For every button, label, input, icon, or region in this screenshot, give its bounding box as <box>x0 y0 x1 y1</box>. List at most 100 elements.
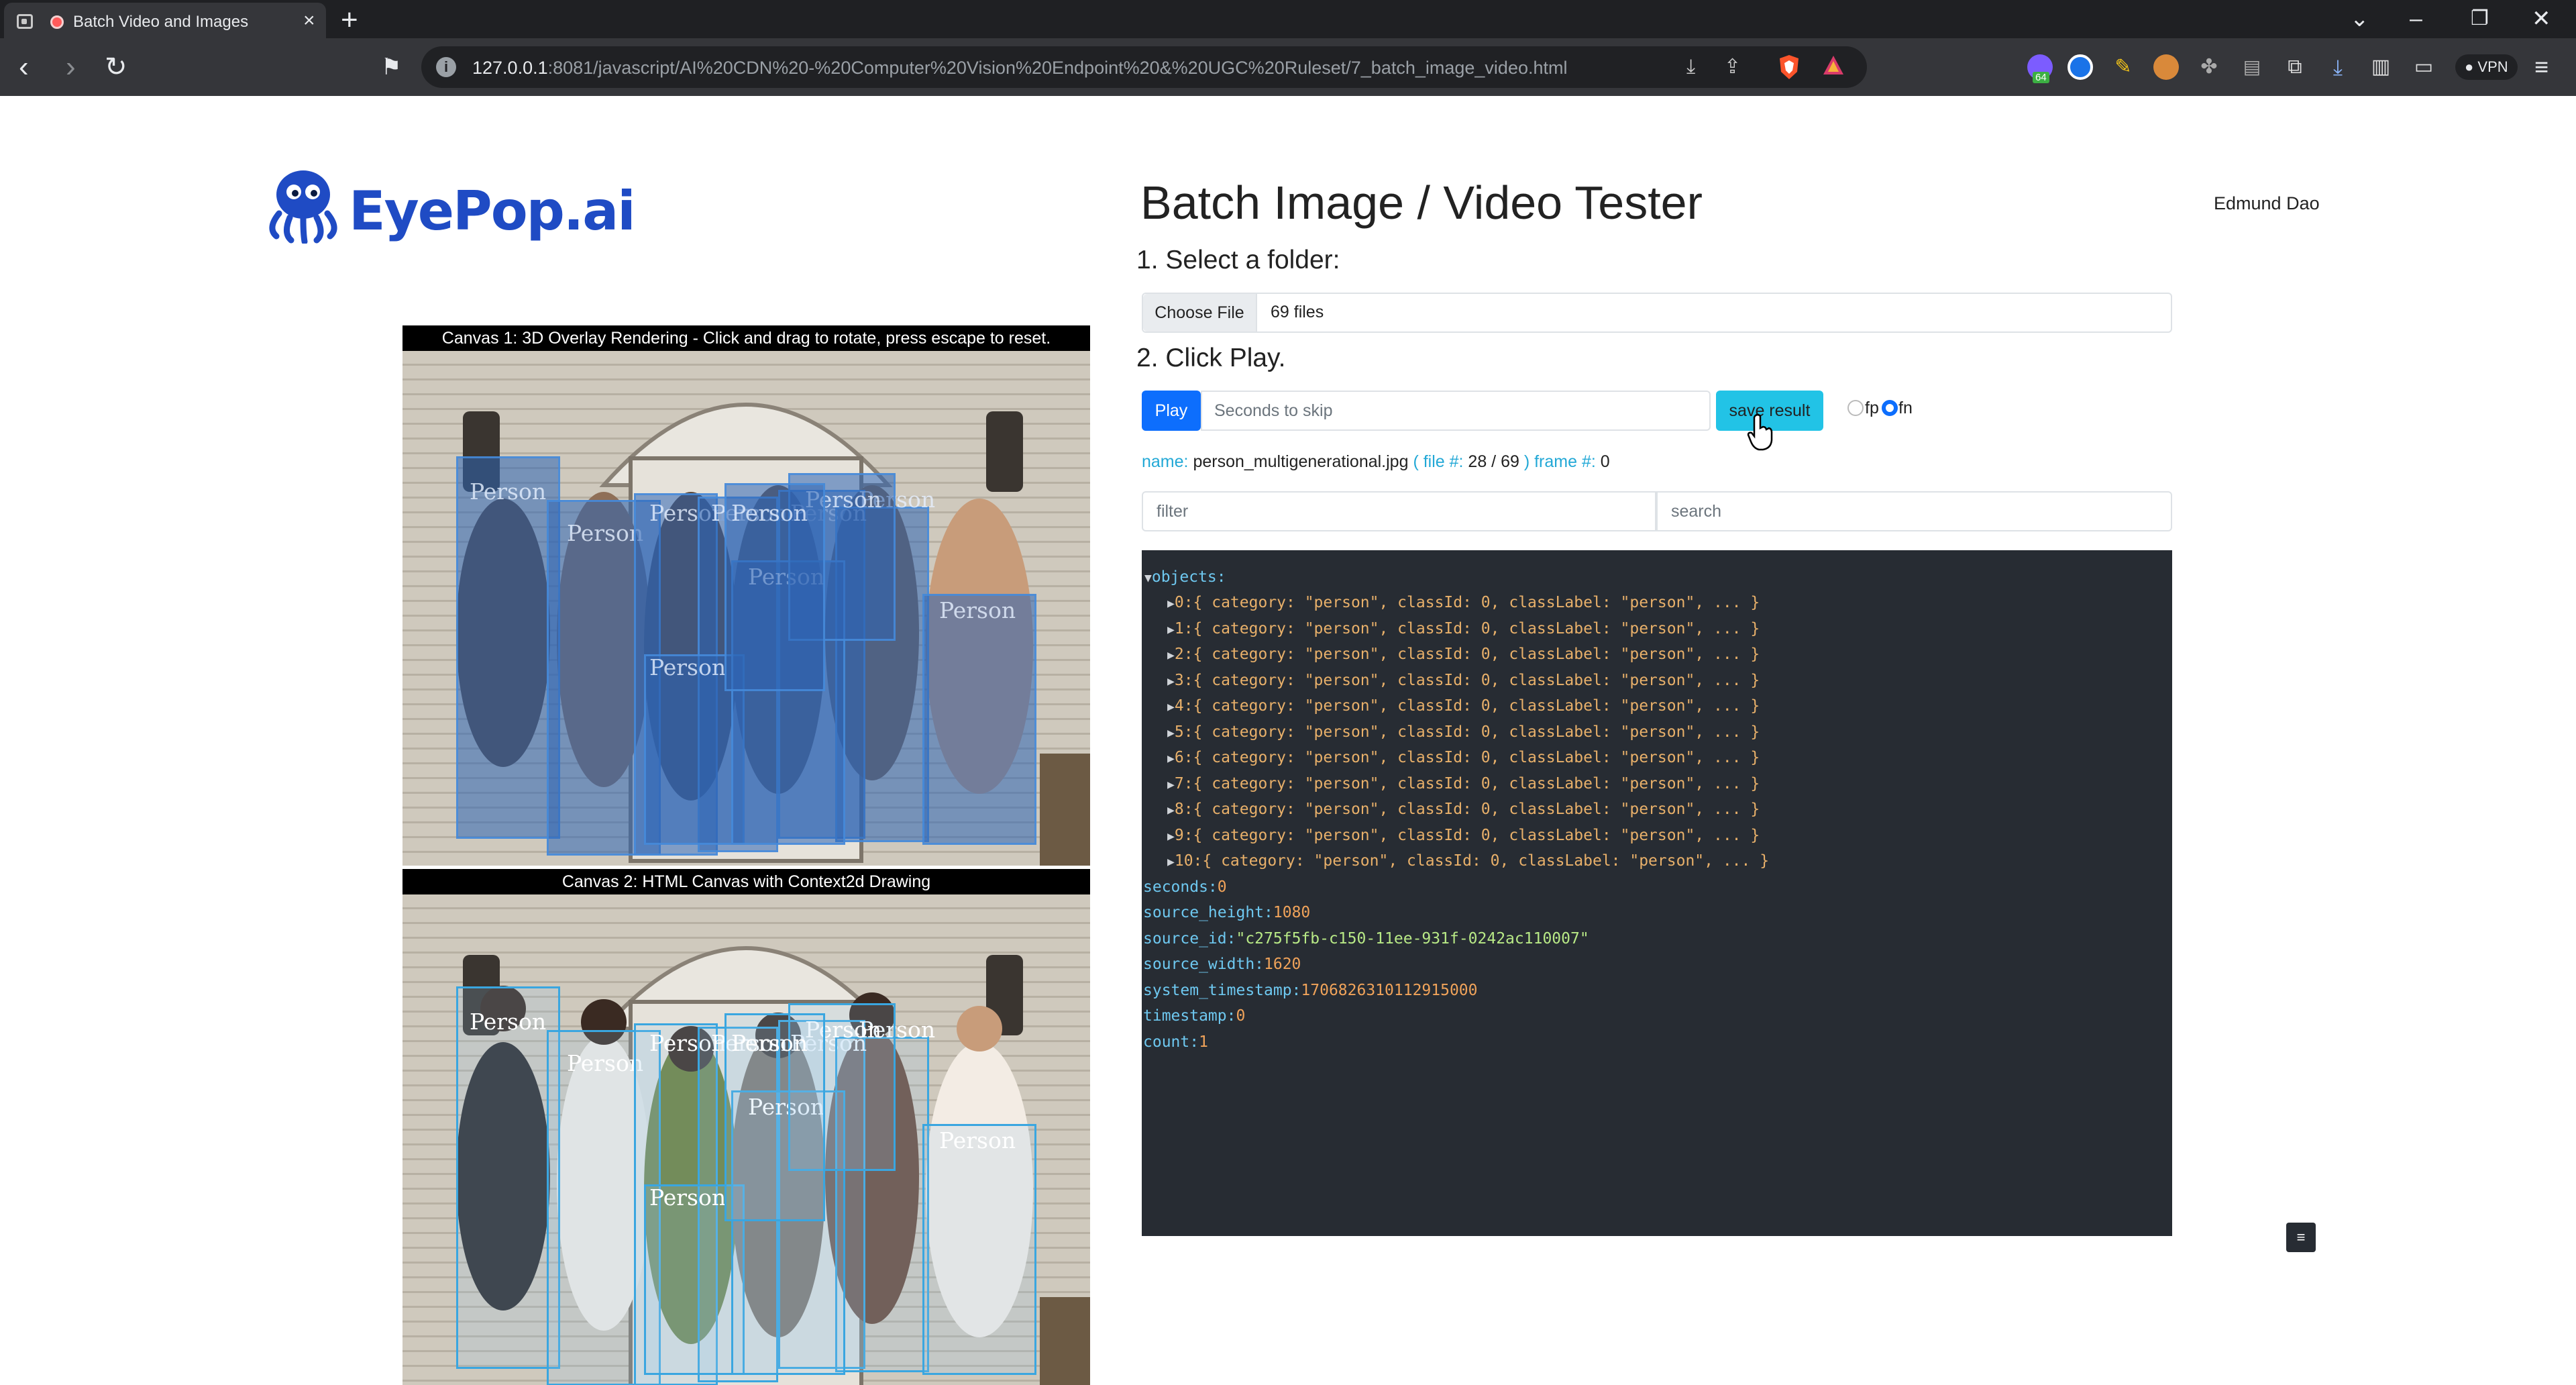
file-number-key: ( file #: <box>1413 452 1464 471</box>
object-entry[interactable]: ▶8:{ category: "person", classId: 0, cla… <box>1167 799 1760 821</box>
expand-arrow-icon[interactable]: ▶ <box>1167 778 1175 792</box>
json-result-viewer[interactable]: ▼objects: ▶0:{ category: "person", class… <box>1142 550 2172 1236</box>
vpn-button[interactable]: ● VPN <box>2455 54 2518 80</box>
object-entry[interactable]: ▶4:{ category: "person", classId: 0, cla… <box>1167 696 1760 717</box>
json-field: count:1 <box>1143 1032 1208 1052</box>
url-text[interactable]: 127.0.0.1:8081/javascript/AI%20CDN%20-%2… <box>472 58 1567 79</box>
file-name: person_multigenerational.jpg <box>1193 452 1409 471</box>
object-entry[interactable]: ▶10:{ category: "person", classId: 0, cl… <box>1167 851 1769 872</box>
object-entry[interactable]: ▶5:{ category: "person", classId: 0, cla… <box>1167 722 1760 743</box>
site-info-icon[interactable]: i <box>436 57 456 77</box>
fp-radio-label: fp <box>1865 399 1879 417</box>
expand-arrow-icon[interactable]: ▶ <box>1167 803 1175 817</box>
close-tab-icon[interactable]: × <box>303 11 315 31</box>
folder-file-input[interactable]: Choose File 69 files <box>1142 293 2172 333</box>
brave-rewards-icon[interactable] <box>1822 54 1845 83</box>
play-button[interactable]: Play <box>1142 391 1201 431</box>
expand-arrow-icon[interactable]: ▶ <box>1167 674 1175 688</box>
search-input[interactable]: search <box>1656 491 2172 531</box>
forward-icon[interactable]: › <box>66 50 76 84</box>
step-1-heading: 1. Select a folder: <box>1136 246 1340 274</box>
expand-arrow-icon[interactable]: ▶ <box>1167 752 1175 766</box>
field-value: 0 <box>1217 878 1227 896</box>
browser-tab[interactable]: Batch Video and Images × <box>4 3 326 38</box>
object-entry[interactable]: ▶0:{ category: "person", classId: 0, cla… <box>1167 593 1760 614</box>
cookie-extension-icon[interactable] <box>2153 54 2179 80</box>
reload-icon[interactable]: ↻ <box>105 50 127 84</box>
object-summary: 9:{ category: "person", classId: 0, clas… <box>1174 826 1760 844</box>
grammar-extension-icon[interactable] <box>2068 54 2093 80</box>
extensions-icon[interactable]: ⧉ <box>2282 54 2308 80</box>
expand-arrow-icon[interactable]: ▶ <box>1167 623 1175 637</box>
fn-radio[interactable] <box>1882 400 1898 416</box>
object-entry[interactable]: ▶1:{ category: "person", classId: 0, cla… <box>1167 619 1760 640</box>
canvas-3d-overlay[interactable]: Canvas 1: 3D Overlay Rendering - Click a… <box>402 325 1090 866</box>
expand-arrow-icon[interactable]: ▶ <box>1167 855 1175 869</box>
address-bar[interactable]: i 127.0.0.1:8081/javascript/AI%20CDN%20-… <box>421 46 1867 88</box>
brave-shield-icon[interactable] <box>1778 54 1801 85</box>
person-detection-label: Person <box>649 1184 727 1211</box>
downloads-icon[interactable]: ⤓ <box>2325 54 2351 80</box>
canvas-1-caption: Canvas 1: 3D Overlay Rendering - Click a… <box>402 325 1090 351</box>
highlighter-extension-icon[interactable]: ✎ <box>2110 54 2136 80</box>
object-entry[interactable]: ▶9:{ category: "person", classId: 0, cla… <box>1167 825 1760 847</box>
collapse-arrow-icon[interactable]: ▼ <box>1144 571 1152 585</box>
restore-icon[interactable]: ❐ <box>2471 4 2489 34</box>
step-2-heading: 2. Click Play. <box>1136 344 1286 372</box>
wallet-icon[interactable]: ▭ <box>2411 54 2436 80</box>
person-detection-label: Person <box>731 500 808 526</box>
seconds-to-skip-input[interactable]: Seconds to skip <box>1201 391 1711 431</box>
filter-input[interactable]: filter <box>1142 491 1656 531</box>
octopus-logo-icon <box>269 170 337 244</box>
objects-node[interactable]: ▼objects: <box>1144 567 1226 588</box>
object-entry[interactable]: ▶7:{ category: "person", classId: 0, cla… <box>1167 774 1760 795</box>
object-summary: 3:{ category: "person", classId: 0, clas… <box>1174 671 1760 689</box>
file-number: 28 / 69 <box>1468 452 1519 471</box>
expand-arrow-icon[interactable]: ▶ <box>1167 597 1175 611</box>
object-summary: 8:{ category: "person", classId: 0, clas… <box>1174 801 1760 818</box>
media-extension-icon[interactable]: ▤ <box>2239 54 2265 80</box>
canvas-2d-drawing[interactable]: Canvas 2: HTML Canvas with Context2d Dra… <box>402 869 1090 1385</box>
tab-search-icon[interactable]: ⌄ <box>2350 4 2369 34</box>
field-value: 1706826310112915000 <box>1301 981 1478 999</box>
new-tab-icon[interactable]: + <box>341 5 358 35</box>
close-window-icon[interactable]: ✕ <box>2532 4 2551 34</box>
back-icon[interactable]: ‹ <box>19 50 29 84</box>
minimize-icon[interactable]: – <box>2410 4 2422 34</box>
expand-arrow-icon[interactable]: ▶ <box>1167 829 1175 843</box>
corner-menu-button[interactable]: ≡ <box>2286 1223 2316 1252</box>
frame-number-key: ) frame #: <box>1523 452 1596 471</box>
expand-arrow-icon[interactable]: ▶ <box>1167 726 1175 740</box>
sidebar-icon[interactable]: ▥ <box>2368 54 2394 80</box>
tab-title: Batch Video and Images <box>73 13 249 31</box>
object-summary: 0:{ category: "person", classId: 0, clas… <box>1174 594 1760 611</box>
object-summary: 7:{ category: "person", classId: 0, clas… <box>1174 774 1760 792</box>
browser-tab-strip: Batch Video and Images × + ⌄ – ❐ ✕ <box>0 0 2576 38</box>
bookmark-icon[interactable]: ⚑ <box>381 50 401 84</box>
field-value: 1 <box>1199 1033 1208 1051</box>
field-key: count: <box>1143 1033 1199 1051</box>
field-value: "c275f5fb-c150-11ee-931f-0242ac110007" <box>1236 929 1589 947</box>
person-detection-label: Person <box>567 1050 644 1076</box>
object-entry[interactable]: ▶6:{ category: "person", classId: 0, cla… <box>1167 748 1760 769</box>
fp-radio[interactable] <box>1847 400 1864 416</box>
object-summary: 5:{ category: "person", classId: 0, clas… <box>1174 723 1760 741</box>
screen: Batch Video and Images × + ⌄ – ❐ ✕ ‹ › ↻… <box>0 0 2576 1385</box>
person-detection-box <box>922 594 1036 845</box>
object-summary: 1:{ category: "person", classId: 0, clas… <box>1174 619 1760 637</box>
object-entry[interactable]: ▶3:{ category: "person", classId: 0, cla… <box>1167 670 1760 692</box>
menu-icon[interactable]: ≡ <box>2534 50 2548 84</box>
objects-key: objects: <box>1151 568 1226 586</box>
extension-puzzle-icon[interactable]: ✤ <box>2196 54 2222 80</box>
share-icon[interactable]: ⇪ <box>1724 56 1741 79</box>
field-value: 1080 <box>1273 904 1311 921</box>
choose-file-button[interactable]: Choose File <box>1143 294 1257 331</box>
person-detection-box <box>922 1124 1036 1375</box>
person-detection-label: Person <box>567 520 644 546</box>
json-field: timestamp:0 <box>1143 1006 1245 1026</box>
expand-arrow-icon[interactable]: ▶ <box>1167 648 1175 662</box>
download-icon[interactable]: ⤓ <box>1686 56 1695 79</box>
expand-arrow-icon[interactable]: ▶ <box>1167 700 1175 714</box>
object-entry[interactable]: ▶2:{ category: "person", classId: 0, cla… <box>1167 644 1760 666</box>
name-key: name: <box>1142 452 1189 471</box>
